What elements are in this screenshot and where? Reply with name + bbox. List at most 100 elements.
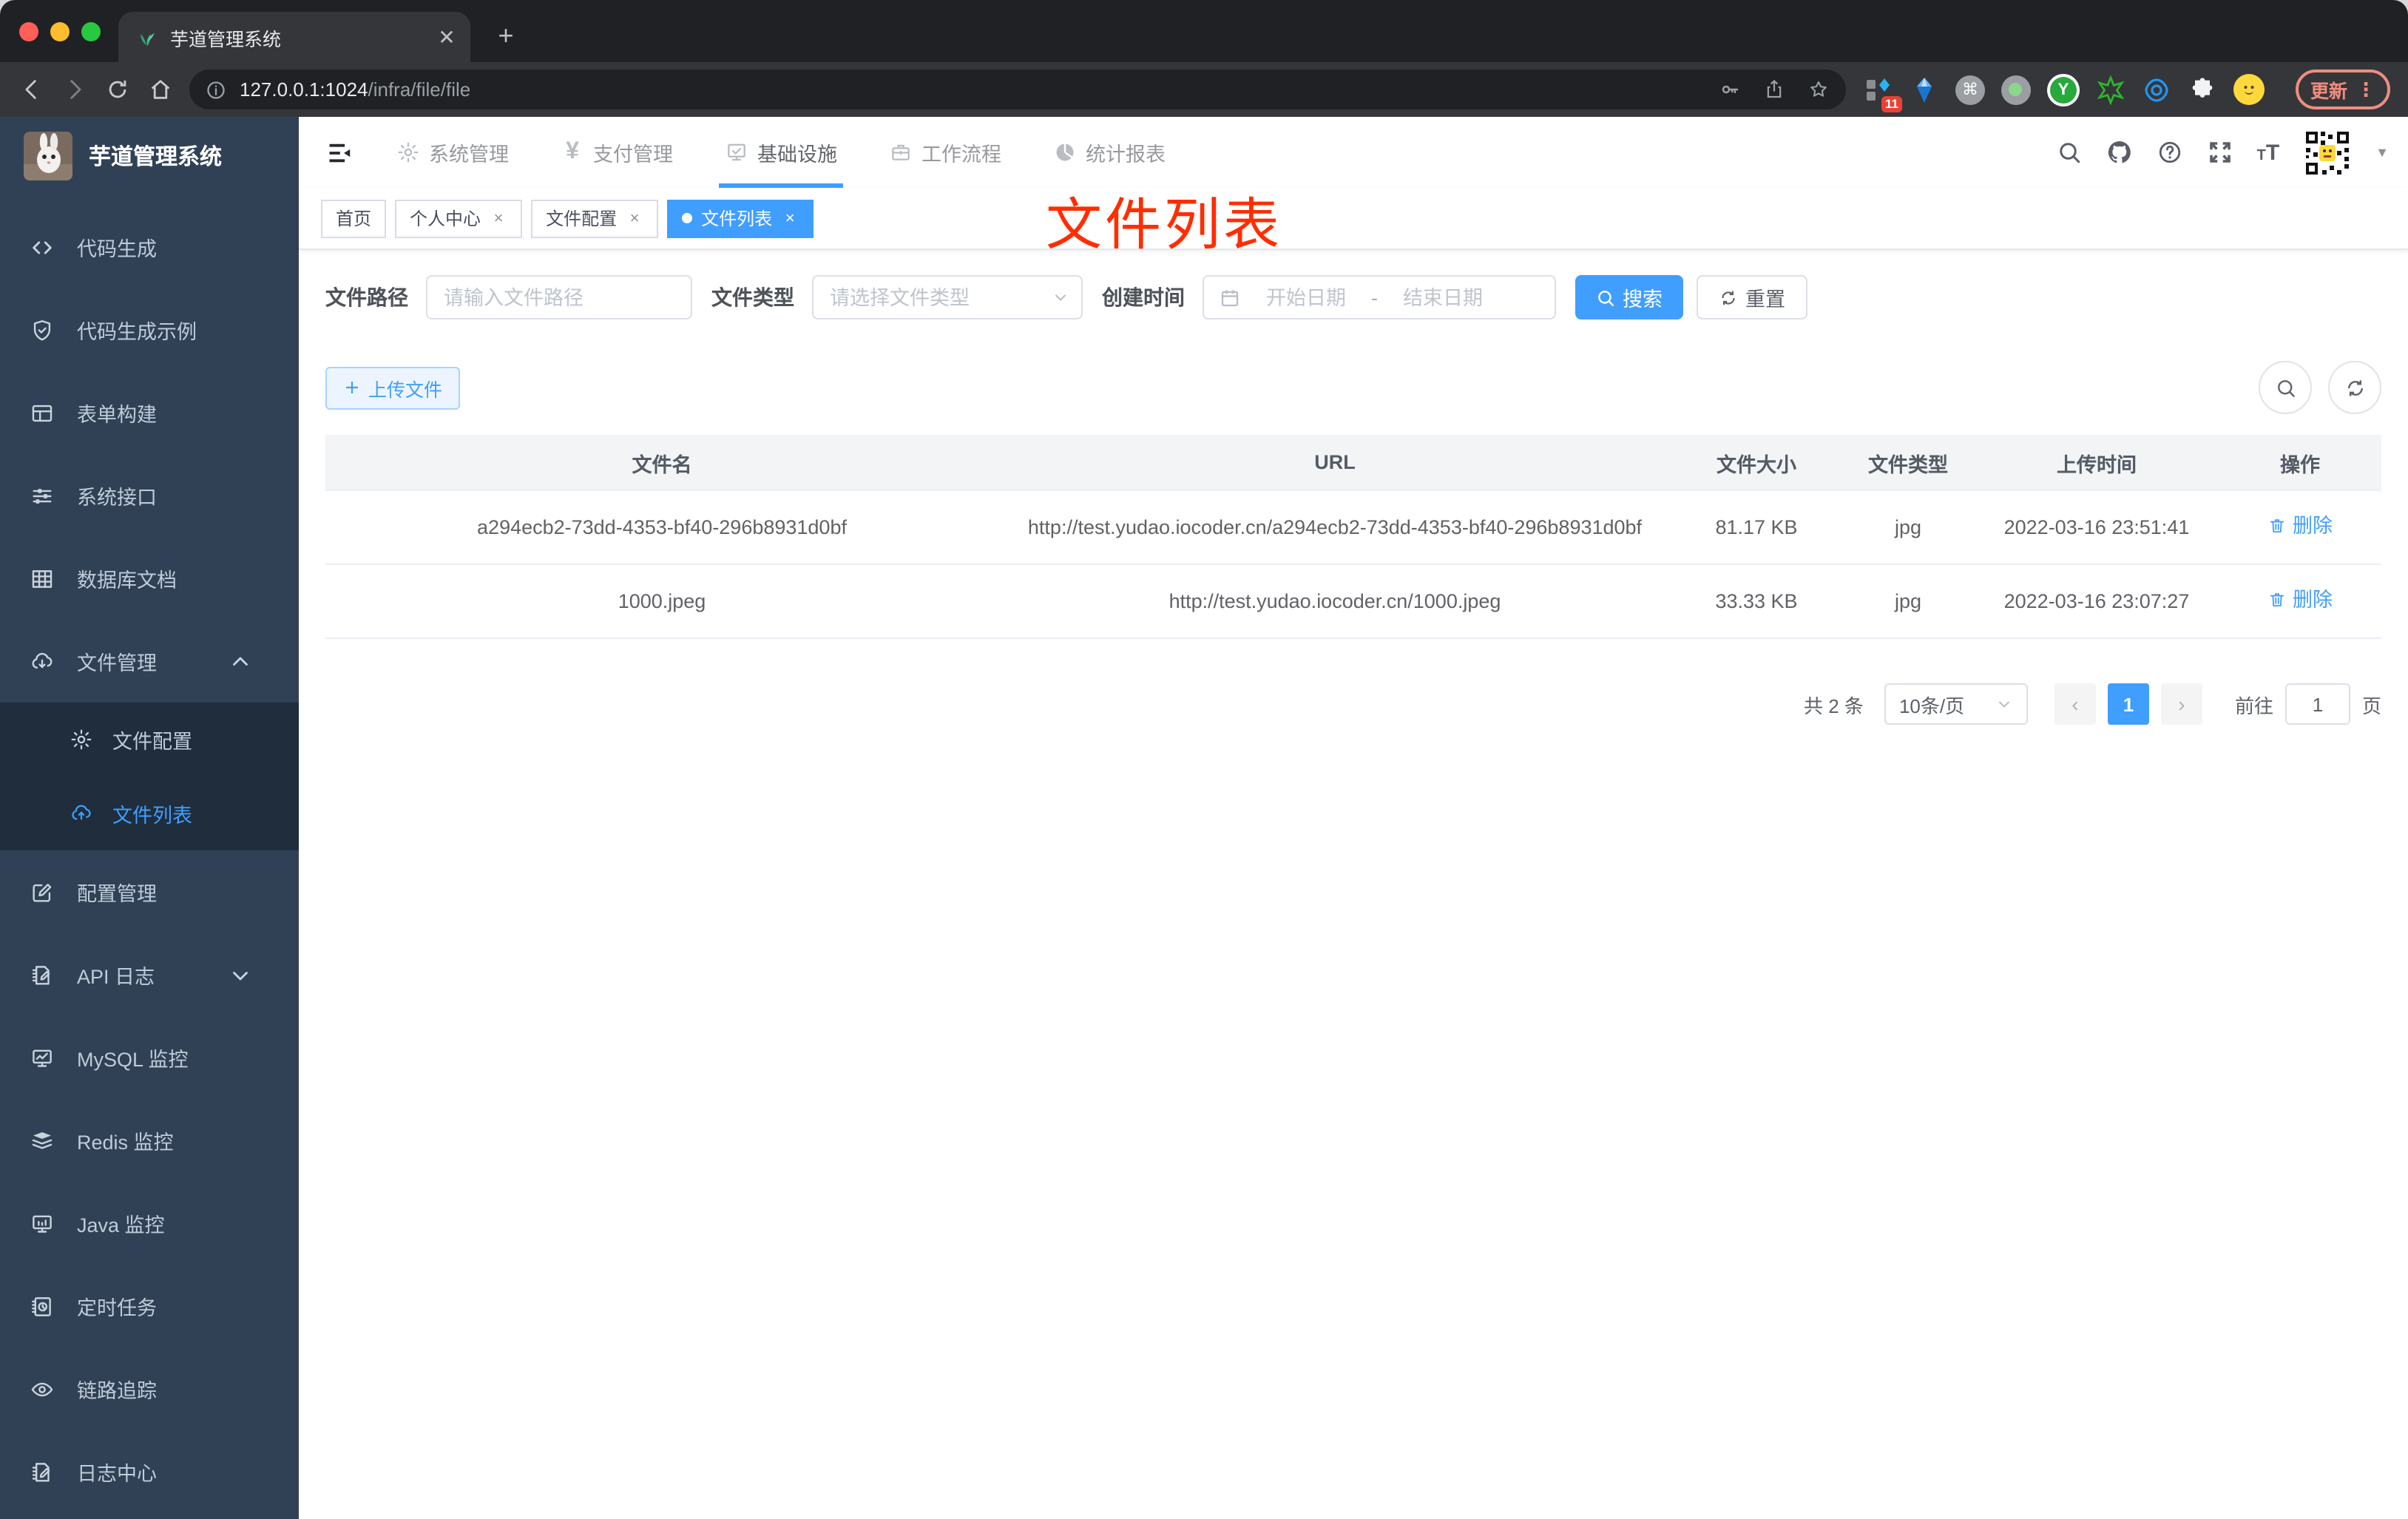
address-bar[interactable]: 127.0.0.1:1024/infra/file/file bbox=[189, 70, 1846, 109]
delete-link[interactable]: 删除 bbox=[2267, 510, 2333, 541]
sidebar-item-form-build[interactable]: 表单构建 bbox=[0, 371, 299, 454]
upload-file-button[interactable]: 上传文件 bbox=[325, 366, 461, 409]
nav-item-label: 统计报表 bbox=[1086, 143, 1166, 166]
command-extension-icon[interactable]: ⌘ bbox=[1955, 75, 1985, 104]
file-path-input[interactable] bbox=[427, 286, 691, 308]
sidebar-item-api-log[interactable]: API 日志 bbox=[0, 933, 299, 1016]
bookmark-star-icon[interactable] bbox=[1807, 78, 1830, 101]
search-icon[interactable] bbox=[2056, 139, 2083, 166]
password-key-icon[interactable] bbox=[1719, 78, 1741, 101]
dot-extension-icon[interactable] bbox=[2001, 75, 2031, 104]
nav-item-label: 工作流程 bbox=[921, 143, 1001, 166]
browser-tabstrip: 芋道管理系统 ✕ + bbox=[0, 0, 2408, 62]
grid-icon bbox=[30, 566, 55, 591]
file-type-select[interactable] bbox=[812, 275, 1083, 319]
page-size-select[interactable]: 10条/页 bbox=[1884, 683, 2028, 725]
browser-menu-icon[interactable]: ⋮ bbox=[2356, 78, 2375, 101]
refresh-icon bbox=[1719, 288, 1738, 307]
user-avatar[interactable] bbox=[2303, 128, 2353, 177]
sidebar-extension-icon[interactable]: 11 bbox=[1864, 75, 1902, 112]
star-extension-icon[interactable] bbox=[2096, 75, 2125, 104]
font-size-icon[interactable]: TT bbox=[2257, 140, 2280, 165]
edit-icon bbox=[30, 879, 55, 904]
date-range-picker[interactable]: - bbox=[1203, 275, 1556, 319]
sidebar-item-trace[interactable]: 链路追踪 bbox=[0, 1347, 299, 1430]
prev-page-button[interactable]: ‹ bbox=[2054, 683, 2096, 725]
back-button[interactable] bbox=[12, 70, 50, 109]
nav-item-infra[interactable]: 基础设施 bbox=[708, 117, 853, 188]
home-button[interactable] bbox=[141, 70, 179, 109]
forward-button[interactable] bbox=[55, 70, 93, 109]
fullscreen-icon[interactable] bbox=[2207, 139, 2233, 166]
start-date-input[interactable] bbox=[1250, 286, 1362, 308]
user-menu-caret-icon[interactable]: ▼ bbox=[2375, 145, 2389, 160]
nav-item-pay[interactable]: ¥ 支付管理 bbox=[544, 117, 689, 188]
tag-close-icon[interactable]: × bbox=[626, 209, 643, 227]
github-icon[interactable] bbox=[2106, 139, 2133, 166]
search-button[interactable]: 搜索 bbox=[1575, 275, 1683, 319]
sidebar-item-code-gen[interactable]: 代码生成 bbox=[0, 206, 299, 288]
delete-link[interactable]: 删除 bbox=[2267, 584, 2333, 615]
reload-button[interactable] bbox=[98, 70, 136, 109]
tab-close-icon[interactable]: ✕ bbox=[435, 25, 459, 49]
tag-home[interactable]: 首页 bbox=[321, 199, 387, 237]
sidebar-item-mysql-monitor[interactable]: MySQL 监控 bbox=[0, 1016, 299, 1099]
toggle-search-button[interactable] bbox=[2259, 361, 2312, 414]
sidebar-item-file-config[interactable]: 文件配置 bbox=[0, 703, 299, 777]
sidebar-item-code-gen-demo[interactable]: 代码生成示例 bbox=[0, 288, 299, 371]
sidebar-item-java-monitor[interactable]: Java 监控 bbox=[0, 1182, 299, 1265]
sidebar-item-config-manage[interactable]: 配置管理 bbox=[0, 850, 299, 933]
tag-close-icon[interactable]: × bbox=[490, 209, 507, 227]
browser-toolbar: 127.0.0.1:1024/infra/file/file 11 ⌘ Y 更新 bbox=[0, 62, 2408, 117]
sidebar-item-cron-job[interactable]: 定时任务 bbox=[0, 1265, 299, 1347]
logo-avatar bbox=[24, 131, 72, 180]
site-info-icon[interactable] bbox=[206, 79, 226, 100]
page-content: 文件路径 文件类型 创建时间 - bbox=[299, 250, 2408, 1519]
nav-item-report[interactable]: 统计报表 bbox=[1037, 117, 1182, 188]
zoom-window-button[interactable] bbox=[81, 22, 101, 41]
page-number-button[interactable]: 1 bbox=[2107, 683, 2149, 725]
new-tab-button[interactable]: + bbox=[488, 18, 524, 53]
file-table: 文件名 URL 文件大小 文件类型 上传时间 操作 a294ecb2-73dd-4353-… bbox=[325, 435, 2381, 639]
puzzle-extension-icon[interactable] bbox=[2188, 75, 2217, 104]
collapse-sidebar-icon[interactable] bbox=[318, 132, 359, 173]
file-type-input[interactable] bbox=[814, 286, 1052, 308]
sidebar-item-db-doc[interactable]: 数据库文档 bbox=[0, 537, 299, 620]
delete-label: 删除 bbox=[2293, 515, 2333, 537]
next-page-button[interactable]: › bbox=[2160, 683, 2202, 725]
tag-file-list[interactable]: 文件列表 × bbox=[667, 199, 814, 237]
sidebar-item-system-api[interactable]: 系统接口 bbox=[0, 454, 299, 537]
sidebar-item-redis-monitor[interactable]: Redis 监控 bbox=[0, 1099, 299, 1182]
shield-check-icon bbox=[30, 317, 55, 342]
minimize-window-button[interactable] bbox=[50, 22, 70, 41]
sidebar-item-log-center[interactable]: 日志中心 bbox=[0, 1430, 299, 1513]
close-window-button[interactable] bbox=[19, 22, 38, 41]
sidebar-item-file-list[interactable]: 文件列表 bbox=[0, 777, 299, 850]
gem-extension-icon[interactable] bbox=[1910, 75, 1939, 104]
reset-button[interactable]: 重置 bbox=[1697, 275, 1807, 319]
sidebar-item-label: 表单构建 bbox=[77, 404, 157, 426]
url-host: 127.0.0.1:1024 bbox=[240, 78, 368, 101]
sidebar-item-file-manage[interactable]: 文件管理 bbox=[0, 620, 299, 703]
goto-page-input[interactable] bbox=[2284, 683, 2350, 725]
goto-label: 前往 bbox=[2234, 694, 2273, 717]
upload-button-label: 上传文件 bbox=[368, 379, 443, 400]
end-date-input[interactable] bbox=[1387, 286, 1499, 308]
browser-update-button[interactable]: 更新 ⋮ bbox=[2295, 70, 2390, 109]
y-extension-icon[interactable]: Y bbox=[2046, 73, 2080, 106]
browser-tab[interactable]: 芋道管理系统 ✕ bbox=[118, 12, 470, 62]
eye-extension-icon[interactable] bbox=[2142, 75, 2171, 104]
share-icon[interactable] bbox=[1763, 78, 1785, 101]
emoji-extension-icon[interactable] bbox=[2233, 74, 2265, 105]
sidebar-logo[interactable]: 芋道管理系统 bbox=[0, 117, 299, 194]
nav-item-system[interactable]: 系统管理 bbox=[380, 117, 525, 188]
tag-profile[interactable]: 个人中心 × bbox=[395, 199, 523, 237]
sidebar-item-label: Redis 监控 bbox=[77, 1131, 174, 1154]
nav-item-workflow[interactable]: 工作流程 bbox=[873, 117, 1018, 188]
refresh-table-button[interactable] bbox=[2328, 361, 2381, 414]
app-header: 系统管理 ¥ 支付管理 基础设施 工作流程 统计报表 TT ▼ bbox=[299, 117, 2408, 188]
cell-actions: 删除 bbox=[2219, 490, 2381, 565]
tag-file-config[interactable]: 文件配置 × bbox=[531, 199, 659, 237]
tag-close-icon[interactable]: × bbox=[781, 209, 799, 227]
help-icon[interactable] bbox=[2157, 139, 2183, 166]
